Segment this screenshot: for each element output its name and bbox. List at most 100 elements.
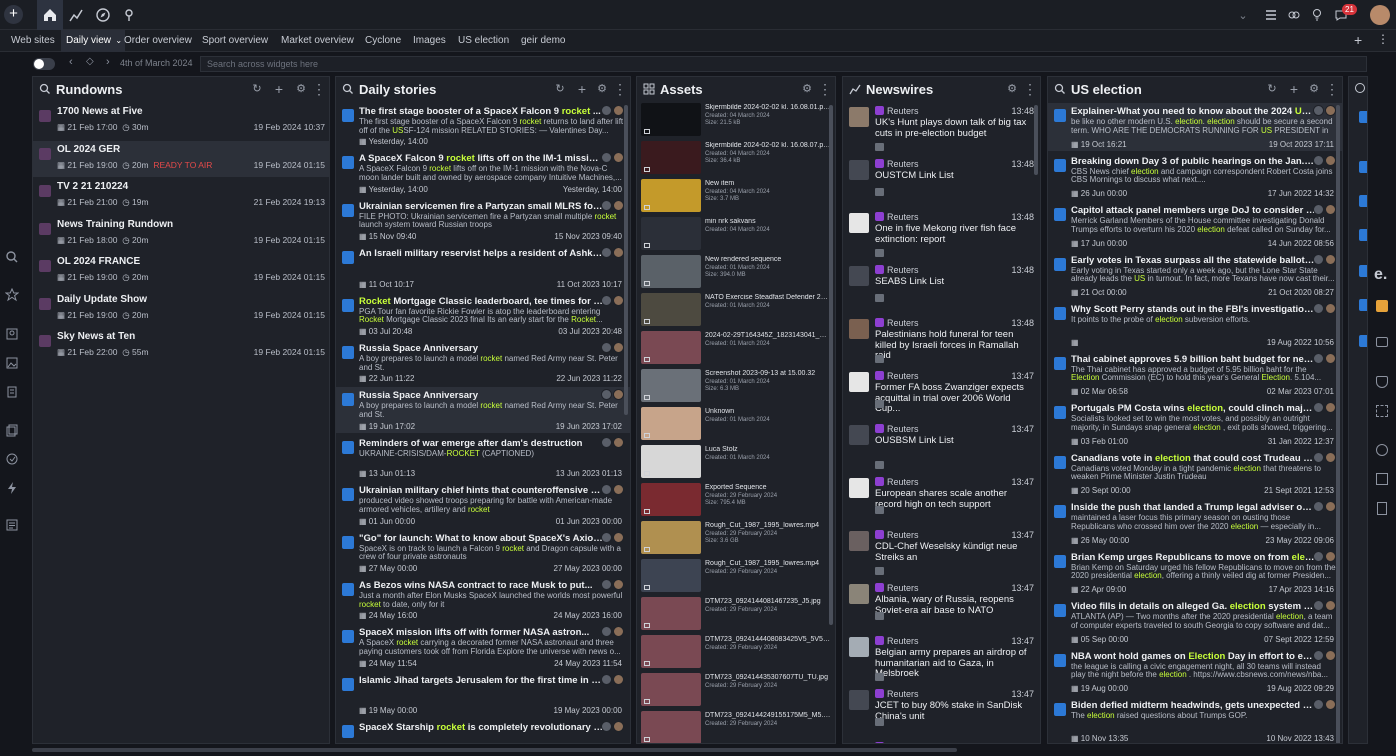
newswire-row[interactable]: Reuters 13:48 OUSTCM Link List bbox=[843, 156, 1040, 207]
asset-thumbnail[interactable] bbox=[641, 179, 701, 212]
newswire-row[interactable]: Reuters 13:47 European shares scale anothe… bbox=[843, 474, 1040, 525]
lightbulb-button[interactable] bbox=[1304, 0, 1330, 30]
refresh-icon[interactable]: ↻ bbox=[552, 81, 568, 97]
tab-order-overview[interactable]: Order overview bbox=[119, 30, 197, 52]
asset-row[interactable]: Exported Sequence Created: 29 February 20… bbox=[637, 481, 835, 518]
tab-sport-overview[interactable]: Sport overview bbox=[197, 30, 273, 52]
story-row[interactable]: Russia Space Anniversary A boy prepares t… bbox=[336, 387, 630, 433]
date-label[interactable]: 4th of March 2024 bbox=[120, 58, 193, 68]
tab-geir-demo[interactable]: geir demo bbox=[516, 30, 570, 52]
copy-rail-button[interactable] bbox=[5, 423, 23, 441]
document-icon[interactable] bbox=[1377, 502, 1387, 515]
story-row[interactable]: SpaceX Starship rocket is completely rev… bbox=[336, 719, 630, 743]
story-row[interactable]: Explainer-What you need to know about th… bbox=[1048, 103, 1342, 151]
search-icon[interactable] bbox=[1355, 83, 1365, 93]
asset-thumbnail[interactable] bbox=[641, 293, 701, 326]
asset-row[interactable]: NATO Exercise Steadfast Defender 2024 Cre… bbox=[637, 291, 835, 328]
asset-row[interactable]: Skjermbilde 2024-02-02 kl. 16.08.07.png C… bbox=[637, 139, 835, 176]
asset-row[interactable]: min nrk sakvans Created: 04 March 2024 bbox=[637, 215, 835, 252]
asset-row[interactable]: DTM723_0924144081467235_J5.jpg Created: 2… bbox=[637, 595, 835, 632]
story-row[interactable]: SpaceX mission lifts off with former NAS… bbox=[336, 624, 630, 669]
add-button[interactable]: + bbox=[4, 5, 23, 24]
asset-row[interactable]: Rough_Cut_1987_1995_lowres.mp4 Created: 2… bbox=[637, 519, 835, 556]
rundown-row[interactable]: OL 2024 FRANCE ▦ 21 Feb 19:00 ◷ 20m 19 Fe… bbox=[33, 253, 329, 289]
asset-row[interactable]: Rough_Cut_1987_1995_lowres.mp4 Created: 2… bbox=[637, 557, 835, 594]
toggle-switch[interactable] bbox=[33, 58, 55, 70]
podcast-button[interactable] bbox=[116, 0, 142, 30]
add-icon[interactable]: + bbox=[271, 81, 287, 97]
story-row[interactable]: Video fills in details on alleged Ga. el… bbox=[1048, 598, 1342, 646]
rundown-row[interactable]: TV 2 21 210224 ▦ 21 Feb 21:00 ◷ 19m 21 Fe… bbox=[33, 178, 329, 214]
story-row[interactable]: Reminders of war emerge after dam's dest… bbox=[336, 435, 630, 480]
story-row[interactable]: Ukrainian military chief hints that coun… bbox=[336, 482, 630, 527]
add-icon[interactable]: + bbox=[1286, 81, 1302, 97]
scrollbar[interactable] bbox=[1336, 105, 1340, 743]
newswire-row[interactable]: Reuters 13:48 SEABS Link List bbox=[843, 262, 1040, 313]
asset-thumbnail[interactable] bbox=[641, 673, 701, 706]
rundown-row[interactable]: Sky News at Ten ▦ 21 Feb 22:00 ◷ 55m 19 F… bbox=[33, 328, 329, 364]
story-row[interactable]: Capitol attack panel members urge DoJ to… bbox=[1048, 202, 1342, 250]
filter-icon[interactable]: ⚙ bbox=[1004, 81, 1020, 97]
story-row[interactable]: Ukrainian servicemen fire a Partyzan sma… bbox=[336, 198, 630, 243]
next-date-button[interactable]: › bbox=[106, 56, 110, 68]
asset-row[interactable]: Skjermbilde 2024-02-02 kl. 16.08.01.png C… bbox=[637, 101, 835, 138]
horizontal-scrollbar[interactable] bbox=[32, 748, 957, 752]
newswire-row[interactable]: Reuters 13:47 Albania, wary of Russia, reo… bbox=[843, 580, 1040, 631]
chevron-down-button[interactable]: ⌄ bbox=[1230, 0, 1256, 30]
tab-us-election[interactable]: US election bbox=[453, 30, 514, 52]
menu-icon[interactable]: ⋮ bbox=[1022, 81, 1038, 97]
newswire-row[interactable]: Reuters 13:48 One in five Mekong river fis… bbox=[843, 209, 1040, 260]
asset-thumbnail[interactable] bbox=[641, 103, 701, 136]
story-row[interactable]: Breaking down Day 3 of public hearings o… bbox=[1048, 153, 1342, 201]
scrollbar[interactable] bbox=[624, 105, 628, 415]
bolt-rail-button[interactable] bbox=[5, 481, 23, 499]
story-row[interactable]: NBA wont hold games on Election Day in e… bbox=[1048, 648, 1342, 696]
story-row[interactable]: Why Scott Perry stands out in the FBI's … bbox=[1048, 301, 1342, 349]
asset-thumbnail[interactable] bbox=[641, 331, 701, 364]
favorites-rail-button[interactable] bbox=[5, 288, 23, 306]
comment-icon[interactable] bbox=[1376, 337, 1388, 347]
add-icon[interactable]: + bbox=[574, 81, 590, 97]
rundown-row[interactable]: OL 2024 GER ▦ 21 Feb 19:00 ◷ 20m READY TO… bbox=[33, 140, 329, 177]
newswire-row[interactable]: Reuters 13:47 JCET to buy 80% stake in San… bbox=[843, 686, 1040, 737]
asset-row[interactable]: DTM723_0924144408083425V5_5V5.jpg Created… bbox=[637, 633, 835, 670]
menu-icon[interactable]: ⋮ bbox=[311, 81, 327, 97]
story-row[interactable]: Inside the push that landed a Trump lega… bbox=[1048, 499, 1342, 547]
tabs-menu-button[interactable]: ⋮ bbox=[1377, 32, 1389, 46]
search-rail-button[interactable] bbox=[5, 250, 23, 268]
filter-icon[interactable]: ⚙ bbox=[1306, 81, 1322, 97]
asset-thumbnail[interactable] bbox=[641, 407, 701, 440]
photo-icon[interactable] bbox=[1376, 473, 1388, 485]
plugin-icon[interactable] bbox=[1376, 300, 1388, 312]
rundown-row[interactable]: Daily Update Show ▦ 21 Feb 19:00 ◷ 20m 19… bbox=[33, 291, 329, 327]
prev-date-button[interactable]: ‹ bbox=[69, 56, 73, 68]
asset-row[interactable]: DTM723_0924144249155175M5_M5.jpg Created:… bbox=[637, 709, 835, 743]
asset-row[interactable]: 2024-02-29T164345Z_1823143041_RC2SB... Cr… bbox=[637, 329, 835, 366]
asset-thumbnail[interactable] bbox=[641, 217, 701, 250]
apps-icon[interactable] bbox=[1376, 405, 1388, 417]
story-row[interactable]: A SpaceX Falcon 9 rocket lifts off on th… bbox=[336, 150, 630, 195]
menu-icon[interactable]: ⋮ bbox=[612, 81, 628, 97]
filter-icon[interactable]: ⚙ bbox=[293, 81, 309, 97]
asset-thumbnail[interactable] bbox=[641, 559, 701, 592]
building-rail-button[interactable] bbox=[5, 385, 23, 403]
story-row[interactable]: Brian Kemp urges Republicans to move on … bbox=[1048, 549, 1342, 597]
asset-thumbnail[interactable] bbox=[641, 369, 701, 402]
menu-icon[interactable]: ⋮ bbox=[1324, 81, 1340, 97]
asset-thumbnail[interactable] bbox=[641, 521, 701, 554]
compass-button[interactable] bbox=[90, 0, 116, 30]
asset-thumbnail[interactable] bbox=[641, 483, 701, 516]
sync-rail-button[interactable] bbox=[5, 452, 23, 470]
signal-button[interactable] bbox=[63, 0, 89, 30]
newswire-row[interactable]: Reuters 13:48 Palestinians hold funeral fo… bbox=[843, 315, 1040, 366]
asset-thumbnail[interactable] bbox=[641, 635, 701, 668]
story-row[interactable]: Islamic Jihad targets Jerusalem for the … bbox=[336, 672, 630, 717]
asset-row[interactable]: Luca Stolz Created: 01 March 2024 bbox=[637, 443, 835, 480]
story-row[interactable]: Thai cabinet approves 5.9 billion baht b… bbox=[1048, 351, 1342, 399]
story-row[interactable]: As Bezos wins NASA contract to race Musk… bbox=[336, 577, 630, 622]
story-row[interactable]: Biden defied midterm headwinds, gets une… bbox=[1048, 697, 1342, 743]
search-input[interactable]: Search across widgets here bbox=[200, 56, 1367, 72]
media-rail-button[interactable] bbox=[5, 356, 23, 374]
newswire-row[interactable]: Reuters 13:47 OUSBSM Link List bbox=[843, 421, 1040, 472]
newswire-row[interactable]: Reuters 13:47 CDL-Chef Weselsky kündigt ne… bbox=[843, 527, 1040, 578]
